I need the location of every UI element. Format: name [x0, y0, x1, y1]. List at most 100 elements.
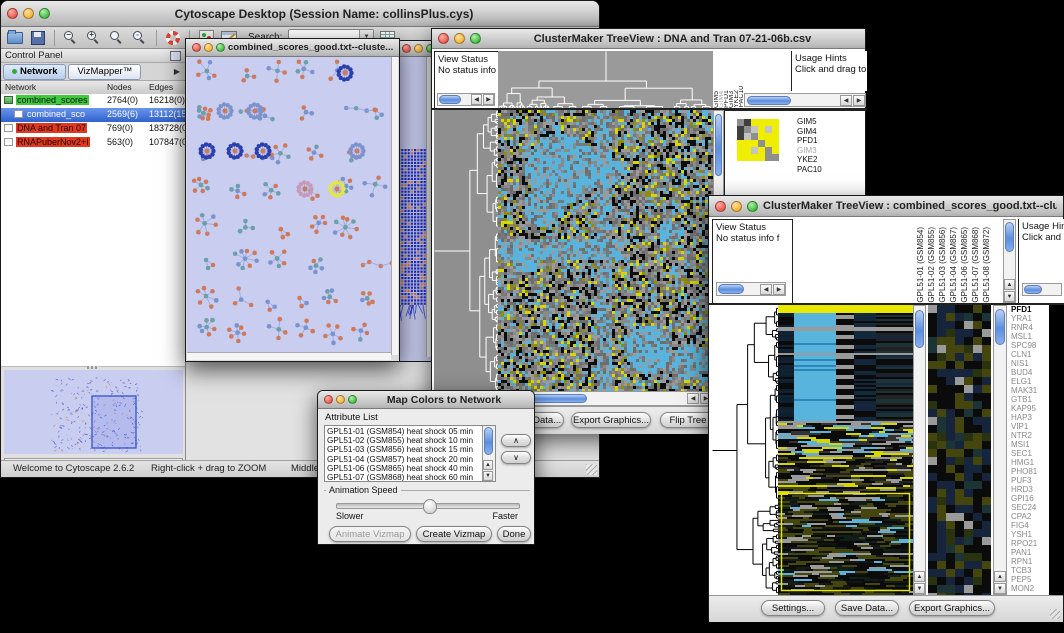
tab-vizmapper[interactable]: VizMapper™	[68, 64, 141, 80]
tab-network[interactable]: Network	[3, 64, 66, 80]
splitter-grip[interactable]	[87, 366, 99, 369]
attribute-list-item[interactable]: GPL51-06 (GSM865) heat shock 40 min	[327, 464, 482, 473]
resize-grip[interactable]	[586, 464, 597, 475]
float-panel-icon[interactable]	[170, 51, 181, 61]
scroll-right-icon[interactable]	[773, 284, 785, 295]
detail-hscrollbar[interactable]	[744, 93, 866, 107]
minimize-icon[interactable]	[454, 33, 465, 44]
zoom-window-icon[interactable]	[470, 33, 481, 44]
matrix-cell	[772, 133, 779, 140]
matrix-cell	[751, 119, 758, 126]
matrix-cell	[744, 126, 751, 133]
zoom-window-icon[interactable]	[747, 201, 758, 212]
network-hscrollbar[interactable]	[187, 352, 391, 360]
minimize-icon[interactable]	[731, 201, 742, 212]
scroll-left-icon[interactable]	[840, 95, 852, 106]
scroll-right-icon[interactable]	[483, 94, 494, 105]
animate-vizmap-button[interactable]: Animate Vizmap	[329, 526, 411, 542]
close-icon[interactable]	[7, 8, 18, 19]
combined_sco[interactable]: combined_sco 2569(6) 13112(15)	[1, 108, 185, 122]
detail-heatmap-canvas[interactable]	[928, 305, 991, 595]
status-hscrollbar[interactable]	[716, 282, 786, 296]
treeview2-titlebar[interactable]: ClusterMaker TreeView : combined_scores_…	[709, 196, 1063, 217]
scroll-up-icon[interactable]	[1004, 279, 1015, 290]
RNAPuberNov2+I[interactable]: RNAPuberNov2+I 563(0) 107847(0)	[1, 136, 185, 150]
settings-button[interactable]: Settings...	[761, 600, 825, 616]
combined_scores[interactable]: combined_scores 2764(0) 16218(0)	[1, 94, 185, 108]
more-tabs-icon[interactable]: ▶	[174, 67, 183, 76]
move-down-button[interactable]: ∨	[501, 451, 531, 464]
close-icon[interactable]	[438, 33, 449, 44]
heatmap-canvas[interactable]	[498, 110, 713, 391]
scroll-left-icon[interactable]	[471, 94, 482, 105]
matrix-cell	[744, 154, 751, 161]
row-dendrogram-canvas[interactable]	[434, 110, 498, 391]
scroll-left-icon[interactable]	[687, 393, 699, 404]
export-graphics-button[interactable]: Export Graphics...	[571, 412, 651, 428]
list-vscrollbar[interactable]	[482, 426, 495, 481]
DNA and Tran 07[interactable]: DNA and Tran 07 769(0) 183728(0)	[1, 122, 185, 136]
save-icon	[31, 31, 45, 45]
row-dendrogram-canvas[interactable]	[712, 305, 778, 595]
close-icon[interactable]	[715, 201, 726, 212]
minimize-icon[interactable]	[23, 8, 34, 19]
zoom-fit-button[interactable]	[130, 29, 150, 47]
close-icon[interactable]	[192, 43, 201, 52]
dialog-titlebar[interactable]: Map Colors to Network	[318, 391, 534, 409]
help-button[interactable]	[163, 29, 183, 47]
scroll-right-icon[interactable]	[853, 95, 865, 106]
save-session-button[interactable]	[28, 29, 48, 47]
zoom-in-button[interactable]	[84, 29, 104, 47]
attribute-list-item[interactable]: GPL51-02 (GSM855) heat shock 10 min	[327, 436, 482, 445]
scroll-up-icon[interactable]	[994, 571, 1006, 582]
scroll-down-icon[interactable]	[1004, 291, 1015, 302]
attribute-list-item[interactable]: GPL51-07 (GSM868) heat shock 60 min	[327, 473, 482, 482]
close-icon[interactable]	[402, 44, 411, 53]
column-label: GPL51-02 (GSM855)	[926, 227, 937, 303]
slider-thumb[interactable]	[423, 499, 437, 514]
main-titlebar[interactable]: Cytoscape Desktop (Session Name: collins…	[1, 1, 599, 27]
status-hscrollbar[interactable]	[437, 93, 495, 106]
labels-vscrollbar[interactable]	[1003, 219, 1016, 303]
hints-hscrollbar[interactable]	[1022, 283, 1062, 296]
scroll-up-icon[interactable]	[914, 571, 925, 582]
attribute-list-item[interactable]: GPL51-01 (GSM854) heat shock 05 min	[327, 427, 482, 436]
scroll-down-icon[interactable]	[914, 583, 925, 594]
column-dendrogram-canvas[interactable]	[498, 51, 713, 108]
network-edges-count: 183728(0)	[149, 123, 185, 133]
treeview1-titlebar[interactable]: ClusterMaker TreeView : DNA and Tran 07-…	[432, 29, 865, 49]
scroll-down-icon[interactable]	[994, 583, 1006, 594]
zoom-window-icon[interactable]	[39, 8, 50, 19]
scroll-down-icon[interactable]	[483, 471, 493, 481]
scroll-up-icon[interactable]	[483, 460, 493, 470]
resize-grip[interactable]	[1050, 609, 1060, 619]
save-data-button[interactable]: Save Data...	[835, 600, 899, 616]
detail-vscrollbar[interactable]	[993, 305, 1007, 595]
minimize-icon[interactable]	[414, 44, 423, 53]
create-vizmap-button[interactable]: Create Vizmap	[416, 526, 492, 542]
done-button[interactable]: Done	[497, 526, 531, 542]
animation-speed-slider[interactable]	[336, 503, 520, 509]
network-titlebar[interactable]: combined_scores_good.txt--cluste...	[186, 39, 399, 57]
minimize-icon[interactable]	[204, 43, 213, 52]
zoom-out-button[interactable]	[61, 29, 81, 47]
open-session-button[interactable]	[5, 29, 25, 47]
heatmap-vscrollbar[interactable]	[913, 305, 926, 595]
attribute-list-item[interactable]: GPL51-03 (GSM856) heat shock 15 min	[327, 445, 482, 454]
network2-canvas[interactable]	[396, 57, 429, 357]
minimize-icon[interactable]	[336, 395, 345, 404]
network2-titlebar[interactable]	[396, 41, 432, 57]
network-canvas[interactable]	[187, 57, 393, 353]
export-graphics-button[interactable]: Export Graphics...	[909, 600, 995, 616]
move-up-button[interactable]: ∧	[501, 434, 531, 447]
network-overview-canvas[interactable]	[4, 370, 183, 454]
network-vscrollbar[interactable]	[391, 57, 398, 355]
attribute-list-item[interactable]: GPL51-04 (GSM857) heat shock 20 min	[327, 455, 482, 464]
heatmap-canvas[interactable]	[778, 305, 913, 595]
scroll-left-icon[interactable]	[760, 284, 772, 295]
zoom-window-icon[interactable]	[348, 395, 357, 404]
correlation-matrix[interactable]	[737, 119, 779, 161]
close-icon[interactable]	[324, 395, 333, 404]
zoom-window-icon[interactable]	[216, 43, 225, 52]
zoom-actual-button[interactable]	[107, 29, 127, 47]
